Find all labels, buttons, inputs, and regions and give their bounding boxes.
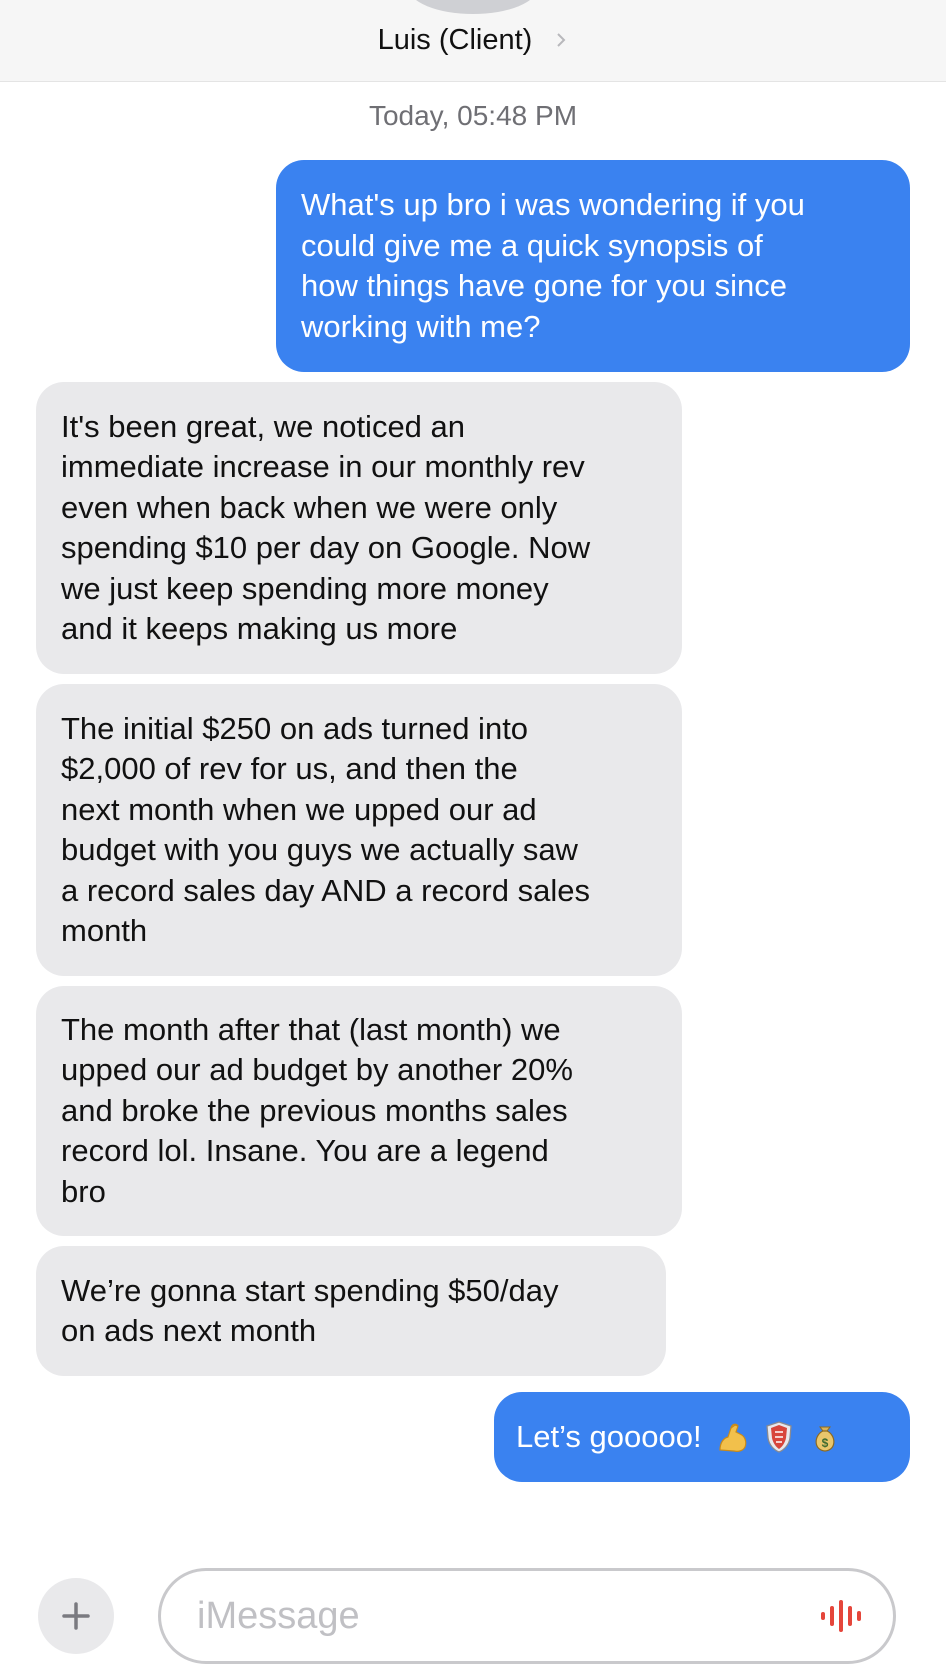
message-bubble-received[interactable]: The initial $250 on ads turned into $2,0… — [36, 684, 682, 976]
message-bubble-sent[interactable]: Let’s gooooo! $ — [494, 1392, 910, 1482]
message-bubble-received[interactable]: We’re gonna start spending $50/day on ad… — [36, 1246, 666, 1376]
message-text: We’re gonna start spending $50/day on ad… — [61, 1272, 559, 1349]
flexed-biceps-emoji-icon — [718, 1423, 746, 1452]
message-text: It's been great, we noticed an immediate… — [61, 408, 591, 647]
plus-icon — [62, 1602, 90, 1630]
message-composer[interactable] — [158, 1568, 896, 1664]
shield-emoji-icon — [765, 1421, 792, 1453]
contact-title[interactable]: Luis (Client) — [0, 20, 946, 59]
message-input[interactable] — [197, 1594, 777, 1638]
apps-plus-button[interactable] — [38, 1578, 114, 1654]
message-bubble-sent[interactable]: What's up bro i was wondering if you cou… — [276, 160, 910, 372]
message-bubble-received[interactable]: The month after that (last month) we upp… — [36, 986, 682, 1236]
message-text: The month after that (last month) we upp… — [61, 1011, 573, 1209]
message-text: The initial $250 on ads turned into $2,0… — [61, 710, 590, 949]
message-timestamp: Today, 05:48 PM — [368, 100, 578, 131]
svg-text:$: $ — [821, 1436, 828, 1450]
message-text: What's up bro i was wondering if you cou… — [301, 187, 805, 344]
contact-name[interactable]: Luis (Client) — [378, 21, 533, 59]
conversation-header: Luis (Client) — [0, 0, 946, 82]
contact-avatar[interactable] — [408, 0, 538, 14]
emoji-group: $ — [716, 1420, 842, 1454]
waveform-icon[interactable] — [819, 1595, 871, 1637]
chevron-right-icon[interactable] — [554, 33, 568, 48]
message-text: Let’s gooooo! — [516, 1418, 702, 1454]
message-bubble-received[interactable]: It's been great, we noticed an immediate… — [36, 382, 682, 674]
money-bag-emoji-icon: $ — [815, 1426, 835, 1452]
